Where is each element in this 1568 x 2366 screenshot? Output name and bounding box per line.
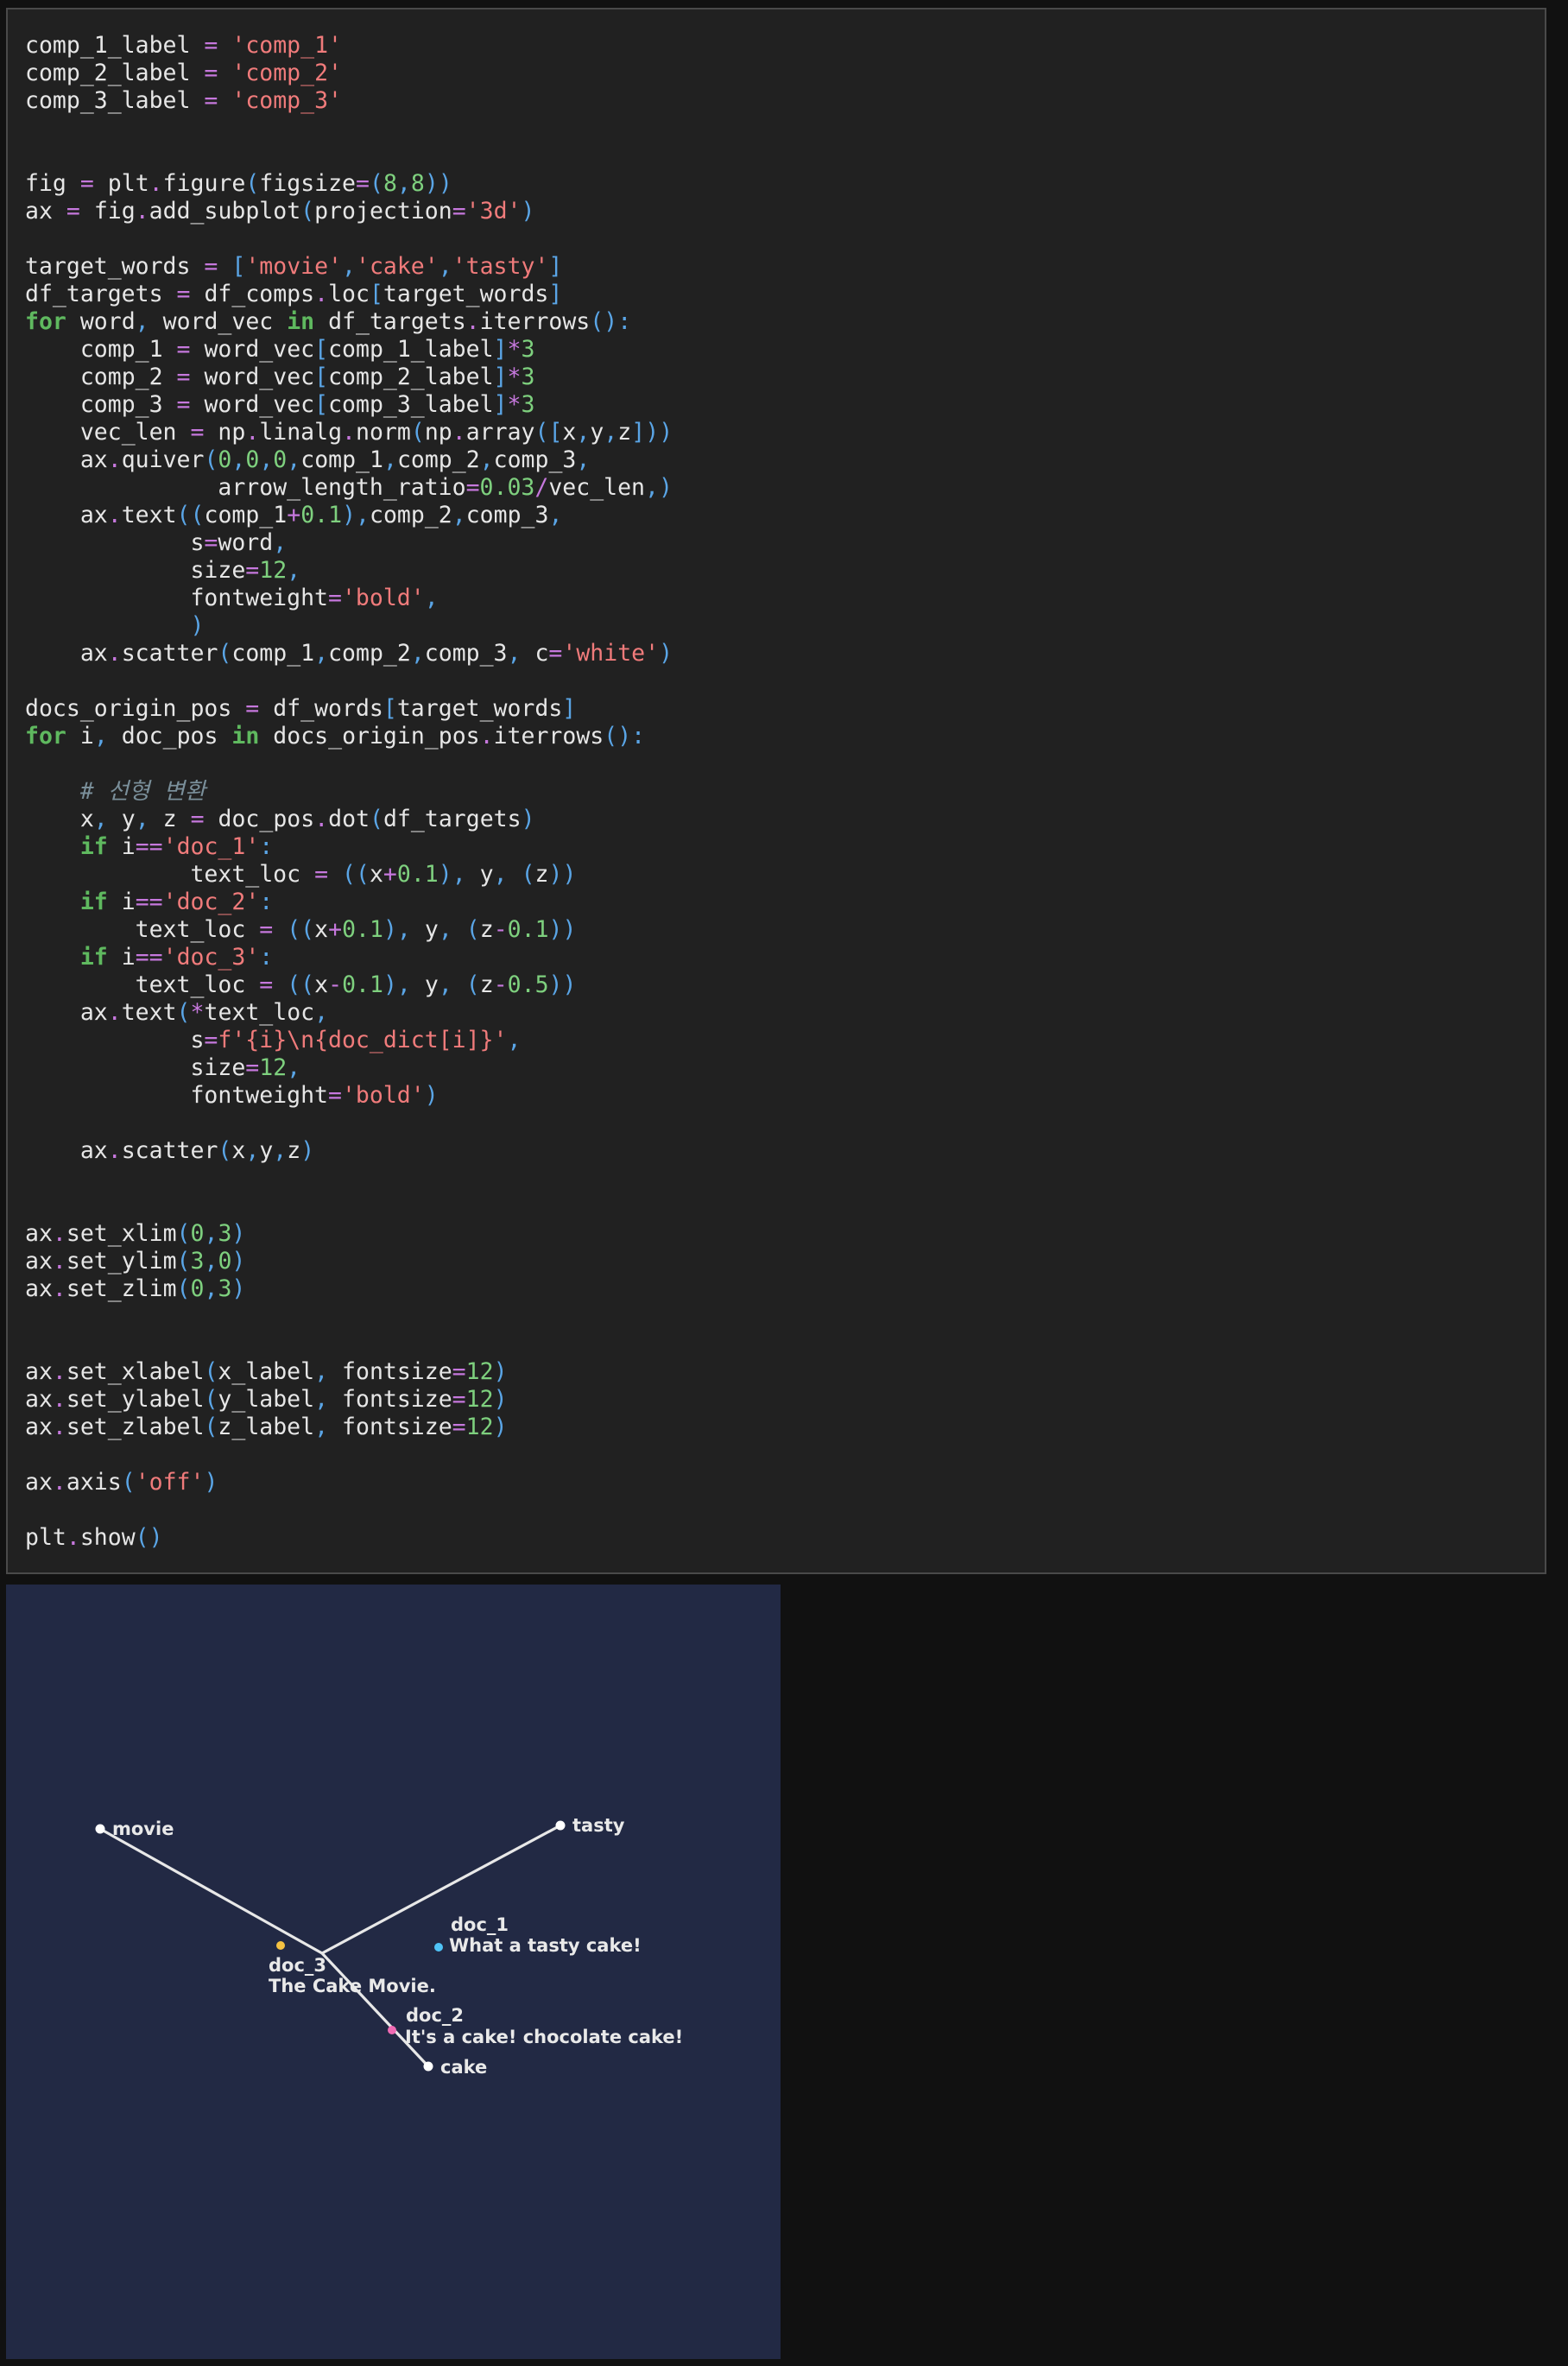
word-point-movie (95, 1824, 105, 1834)
code-line: x, y, z = doc_pos.dot(df_targets) (79, 806, 535, 832)
code-cell[interactable]: comp_1_label = 'comp_1' comp_2_label = 'c… (6, 8, 1546, 1574)
code-line: ax.quiver(0,0,0,comp_1,comp_2,comp_3, (79, 446, 591, 473)
code-line: target_words = ['movie','cake','tasty'] (25, 253, 563, 280)
code-line: plt.show() (25, 1524, 163, 1551)
code-line: size=12, (190, 1054, 301, 1081)
code-line: ​ (25, 1331, 673, 1358)
code-line: comp_2 = word_vec[comp_2_label]*3 (79, 364, 535, 390)
code-line: ​ (25, 1192, 673, 1220)
code-line: ax.set_ylim(3,0) (25, 1248, 246, 1275)
doc-point-doc_1 (434, 1943, 443, 1952)
code-line: ​ (25, 1303, 673, 1331)
doc-text-label-doc_1: What a tasty cake! (449, 1935, 642, 1956)
code-line: ) (190, 612, 205, 639)
code-line: vec_len = np.linalg.norm(np.array([x,y,z… (79, 419, 673, 446)
code-line: ax.scatter(comp_1,comp_2,comp_3, c='whit… (79, 640, 673, 667)
code-line: fontweight='bold') (190, 1082, 439, 1109)
code-line: ​ (25, 750, 673, 778)
code-line: ​ (25, 1165, 673, 1192)
code-line: text_loc = ((x-0.1), y, (z-0.5)) (135, 971, 577, 998)
doc-id-label-doc_3: doc_3 (269, 1955, 326, 1976)
code-line: ax.text((comp_1+0.1),comp_2,comp_3, (79, 502, 563, 528)
code-line: ax.set_ylabel(y_label, fontsize=12) (25, 1386, 508, 1413)
code-line: ​ (25, 225, 673, 253)
code-line: ax.set_xlim(0,3) (25, 1220, 246, 1247)
code-line: ​ (25, 1496, 673, 1524)
plot-canvas: movie tasty cake doc_1 What a tasty cake… (95, 1815, 683, 2078)
code-line: s=word, (190, 529, 288, 556)
code-line: docs_origin_pos = df_words[target_words] (25, 695, 577, 722)
code-line: ​ (25, 142, 673, 170)
code-line: text_loc = ((x+0.1), y, (z-0.1)) (135, 916, 577, 943)
code-line: for i, doc_pos in docs_origin_pos.iterro… (25, 723, 646, 750)
code-line: size=12, (190, 557, 301, 584)
code-line: ​ (25, 115, 673, 142)
code-line: # 선형 변환 (79, 778, 206, 805)
code-line: ax.axis('off') (25, 1469, 218, 1496)
code-line: ax.set_zlabel(z_label, fontsize=12) (25, 1414, 508, 1440)
code-line: ax.set_zlim(0,3) (25, 1275, 246, 1302)
word-label-cake: cake (440, 2057, 487, 2078)
code-line: if i=='doc_3': (79, 944, 274, 971)
code-line: comp_3 = word_vec[comp_3_label]*3 (79, 391, 535, 418)
code-line: text_loc = ((x+0.1), y, (z)) (190, 861, 577, 888)
code-line: comp_3_label = 'comp_3' (25, 87, 342, 114)
code-line: ​ (25, 1110, 673, 1137)
code-line: s=f'{i}\n{doc_dict[i]}', (190, 1027, 522, 1053)
doc-id-label-doc_2: doc_2 (406, 2005, 464, 2026)
code-line: ​ (25, 1441, 673, 1469)
word-label-movie: movie (112, 1819, 174, 1839)
code-line: fig = plt.figure(figsize=(8,8)) (25, 170, 452, 197)
code-line: ​ (25, 667, 673, 695)
code-line: comp_1_label = 'comp_1' (25, 32, 342, 59)
doc-point-doc_2 (388, 2026, 396, 2034)
code-block[interactable]: comp_1_label = 'comp_1' comp_2_label = 'c… (25, 32, 673, 1552)
word-point-tasty (555, 1820, 566, 1831)
doc-text-label-doc_2: It's a cake! chocolate cake! (405, 2027, 683, 2047)
output-plot: movie tasty cake doc_1 What a tasty cake… (6, 1585, 781, 2359)
doc-text-label-doc_3: The Cake Movie. (269, 1976, 436, 1996)
code-line: if i=='doc_1': (79, 833, 274, 860)
code-line: arrow_length_ratio=0.03/vec_len,) (218, 474, 673, 501)
word-point-cake (423, 2061, 433, 2072)
code-line: fontweight='bold', (190, 585, 439, 611)
code-line: comp_2_label = 'comp_2' (25, 60, 342, 86)
code-line: df_targets = df_comps.loc[target_words] (25, 281, 563, 307)
code-line: for word, word_vec in df_targets.iterrow… (25, 308, 632, 335)
doc-point-doc_3 (276, 1941, 285, 1950)
word-label-tasty: tasty (572, 1815, 625, 1836)
code-line: ax = fig.add_subplot(projection='3d') (25, 198, 535, 225)
vector-line-tasty (321, 1824, 561, 1955)
code-line: comp_1 = word_vec[comp_1_label]*3 (79, 336, 535, 363)
vector-line-movie (99, 1827, 323, 1955)
doc-id-label-doc_1: doc_1 (451, 1914, 509, 1935)
code-line: if i=='doc_2': (79, 889, 274, 915)
code-line: ax.text(*text_loc, (79, 999, 329, 1026)
code-line: ax.scatter(x,y,z) (79, 1137, 315, 1164)
code-line: ax.set_xlabel(x_label, fontsize=12) (25, 1358, 508, 1385)
